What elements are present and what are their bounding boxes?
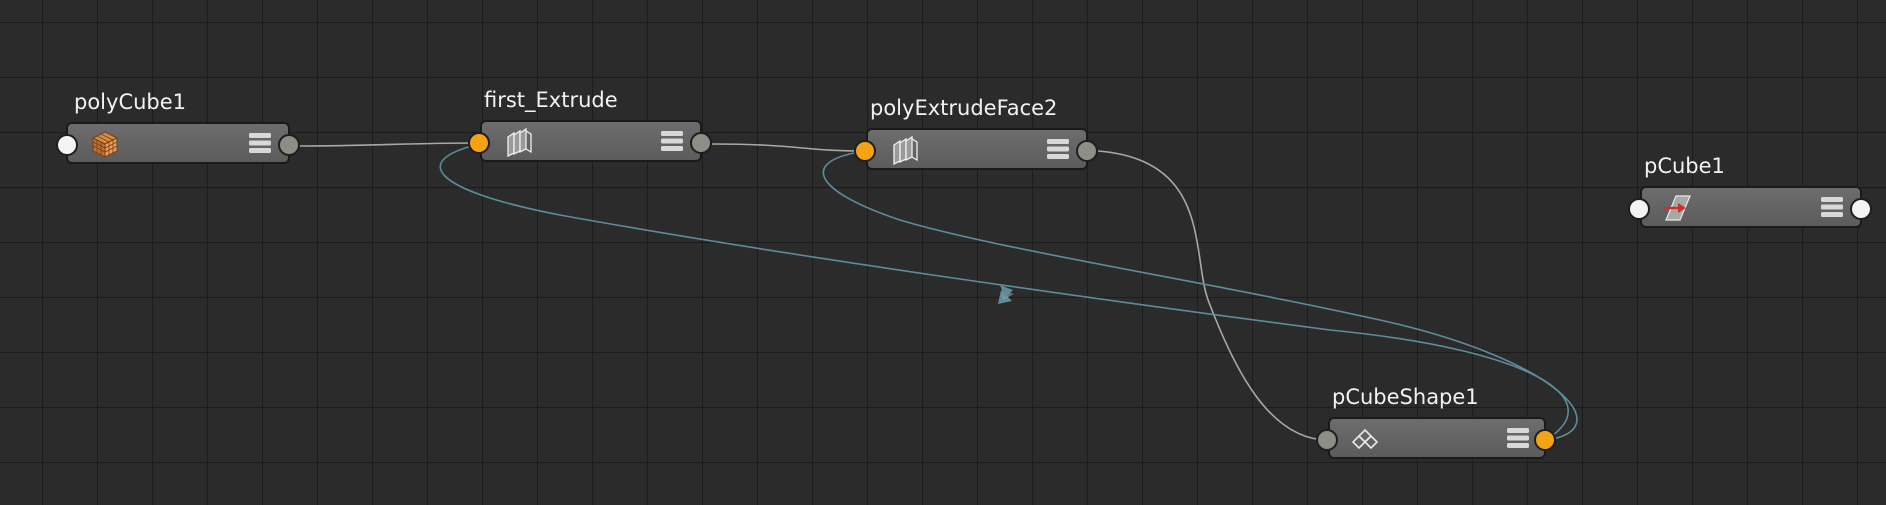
node-body[interactable]: [1640, 186, 1862, 228]
node-title: first_Extrude: [484, 88, 618, 112]
poly-cube-icon: [91, 131, 119, 158]
node-pcube1[interactable]: pCube1: [1628, 154, 1872, 228]
input-port[interactable]: [1316, 429, 1338, 451]
input-port[interactable]: [1628, 198, 1650, 220]
node-polycube1[interactable]: polyCube1: [56, 90, 300, 164]
shape-icon: [1351, 428, 1379, 450]
node-title: polyCube1: [74, 90, 187, 114]
node-editor-canvas[interactable]: polyCube1 first_Extrude polyExtrudeFace2…: [0, 0, 1886, 505]
extrude-faces-icon: [893, 135, 918, 165]
node-first-extrude[interactable]: first_Extrude: [468, 88, 712, 162]
node-title: pCube1: [1644, 154, 1725, 178]
node-pcubeshape1[interactable]: pCubeShape1: [1316, 385, 1556, 459]
node-body[interactable]: [480, 120, 702, 162]
connection-polycube-to-first-extrude[interactable]: [297, 142, 481, 147]
output-port[interactable]: [278, 134, 300, 156]
node-body[interactable]: [66, 122, 290, 164]
attributes-menu-icon[interactable]: [1820, 196, 1844, 218]
output-port[interactable]: [1076, 140, 1098, 162]
connections-layer: [297, 142, 1578, 441]
node-body[interactable]: [866, 128, 1088, 170]
output-port[interactable]: [1850, 198, 1872, 220]
node-body[interactable]: [1328, 417, 1546, 459]
node-title: pCubeShape1: [1332, 385, 1479, 409]
node-polyextrudeface2[interactable]: polyExtrudeFace2: [854, 96, 1098, 170]
input-port[interactable]: [468, 132, 490, 154]
attributes-menu-icon[interactable]: [248, 132, 272, 154]
attributes-menu-icon[interactable]: [1506, 427, 1530, 449]
extrude-faces-icon: [507, 127, 532, 157]
output-port[interactable]: [1534, 429, 1556, 451]
node-title: polyExtrudeFace2: [870, 96, 1058, 120]
attributes-menu-icon[interactable]: [660, 130, 684, 152]
connection-polyextrudeface2-to-pcubeshape1[interactable]: [1097, 150, 1329, 441]
input-port[interactable]: [854, 140, 876, 162]
connection-first-extrude-to-polyextrudeface2[interactable]: [711, 143, 867, 152]
attributes-menu-icon[interactable]: [1046, 138, 1070, 160]
output-port[interactable]: [690, 132, 712, 154]
input-port[interactable]: [56, 134, 78, 156]
transform-icon: [1664, 195, 1691, 221]
